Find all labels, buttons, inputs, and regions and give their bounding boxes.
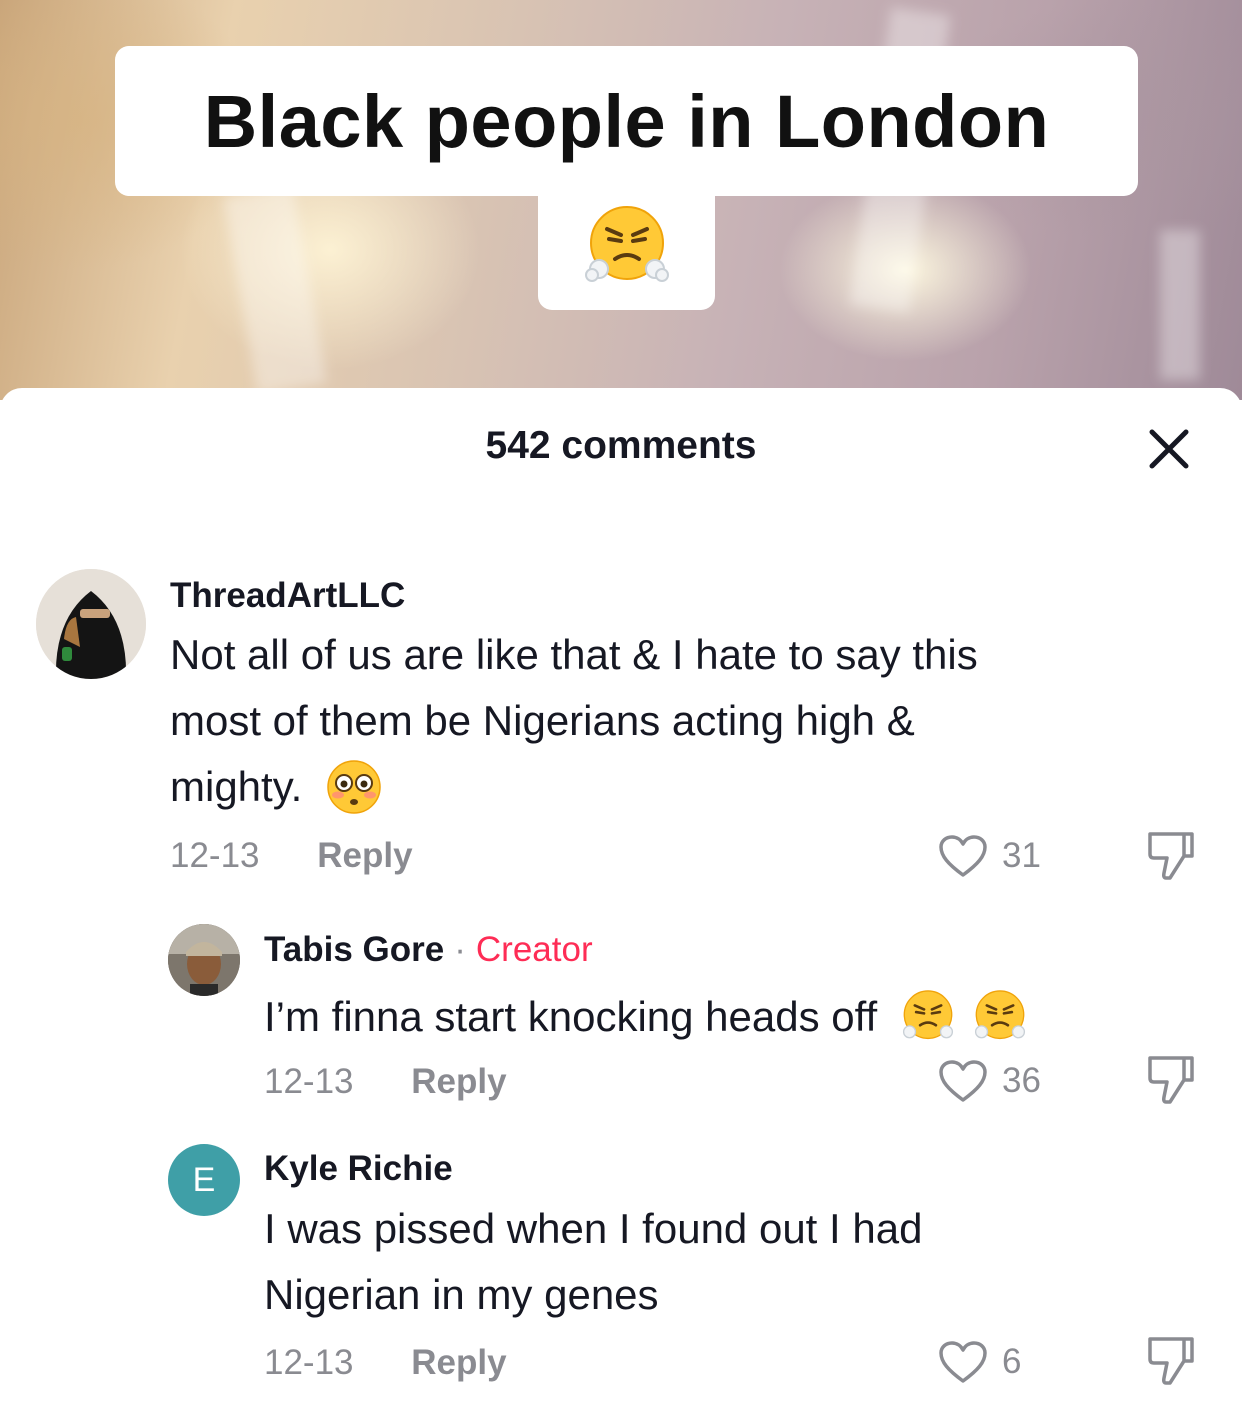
like-count: 36 (1002, 1061, 1041, 1100)
comment-text-line: mighty. (170, 754, 1130, 820)
video-caption-emoji-box (538, 180, 715, 310)
light-streak (1160, 230, 1200, 380)
comment-text-line: Nigerian in my genes (264, 1271, 659, 1318)
close-icon (1149, 429, 1189, 469)
video-caption-text: Black people in London (203, 79, 1050, 163)
reply-button[interactable]: Reply (411, 1343, 506, 1382)
like-button[interactable]: 36 (938, 1059, 1041, 1103)
face-with-steam-from-nose-icon (902, 990, 953, 1039)
comment-meta: 12-13 Reply (170, 836, 413, 876)
comment-meta: 12-13 Reply (264, 1343, 507, 1383)
comments-count-title: 542 comments (485, 424, 757, 467)
thumbs-down-icon (1148, 832, 1194, 880)
dislike-button[interactable] (1146, 1333, 1196, 1392)
heart-icon (939, 835, 987, 877)
comment-text: Not all of us are like that & I hate to … (170, 622, 1130, 820)
comment-username[interactable]: Kyle Richie (264, 1149, 453, 1189)
creator-badge: Creator (475, 930, 593, 969)
flushed-face-icon (327, 760, 381, 814)
close-button[interactable] (1146, 426, 1192, 472)
thumbs-down-icon (1148, 1056, 1194, 1104)
face-with-steam-from-nose-icon (584, 206, 669, 282)
avatar[interactable] (36, 569, 146, 679)
like-button[interactable]: 31 (938, 834, 1041, 878)
comment-username[interactable]: ThreadArtLLC (170, 576, 405, 616)
reply-button[interactable]: Reply (317, 836, 412, 875)
like-count: 6 (1002, 1342, 1022, 1381)
comment-meta: 12-13 Reply (264, 1062, 507, 1102)
like-count: 31 (1002, 836, 1041, 875)
comment-text: I was pissed when I found out I had Nige… (264, 1196, 1164, 1328)
comment-date: 12-13 (264, 1343, 354, 1382)
comment-text-line: I was pissed when I found out I had (264, 1205, 923, 1252)
face-with-steam-from-nose-icon (974, 990, 1025, 1039)
comment-text-line: most of them be Nigerians acting high & (170, 697, 915, 744)
comment-text-line: I’m finna start knocking heads off (264, 993, 878, 1040)
video-caption-box: Black people in London (115, 46, 1138, 196)
like-button[interactable]: 6 (938, 1340, 1021, 1384)
dislike-button[interactable] (1146, 828, 1196, 887)
separator-dot: · (454, 930, 466, 969)
comment-text-line: Not all of us are like that & I hate to … (170, 631, 978, 678)
thumbs-down-icon (1148, 1337, 1194, 1385)
comment-date: 12-13 (170, 836, 260, 875)
comment-username-text[interactable]: Tabis Gore (264, 930, 444, 969)
video-background[interactable]: Black people in London (0, 0, 1242, 400)
comments-sheet: 542 comments ThreadArtLLC Not all of us … (0, 388, 1242, 1416)
dislike-button[interactable] (1146, 1052, 1196, 1111)
comment-date: 12-13 (264, 1062, 354, 1101)
profile-picture (168, 924, 240, 996)
light-streak (223, 185, 327, 395)
comment-text: I’m finna start knocking heads off (264, 984, 1029, 1050)
heart-icon (939, 1341, 987, 1383)
comment-text-line-part: mighty. (170, 763, 303, 810)
profile-picture (36, 569, 146, 679)
avatar-letter: E (192, 1160, 216, 1199)
avatar[interactable]: E (168, 1144, 240, 1216)
avatar[interactable] (168, 924, 240, 996)
reply-button[interactable]: Reply (411, 1062, 506, 1101)
comment-username: Tabis Gore · Creator (264, 930, 593, 970)
heart-icon (939, 1060, 987, 1102)
